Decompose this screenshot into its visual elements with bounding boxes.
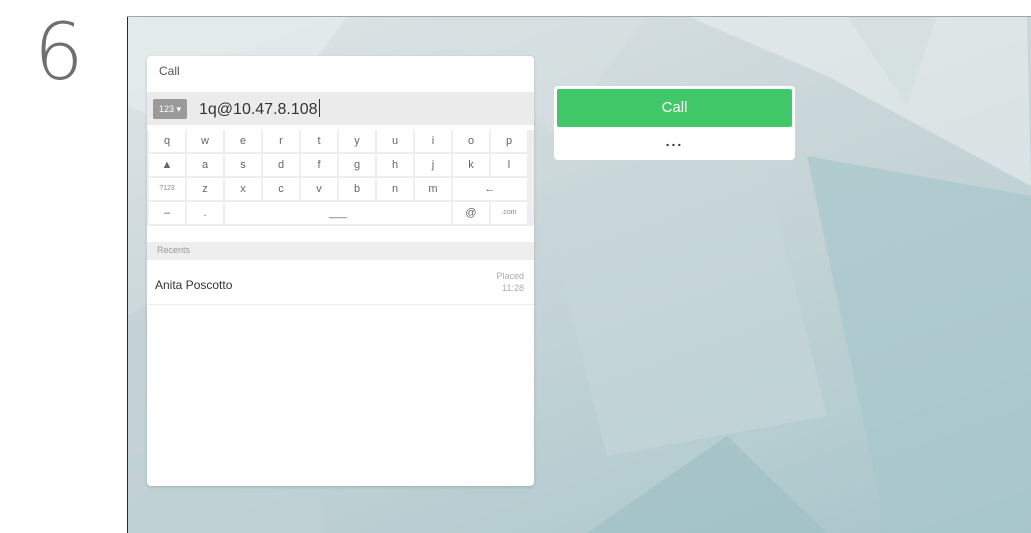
key-a[interactable]: a xyxy=(187,154,223,176)
recent-item[interactable]: Anita Poscotto Placed 11:28 xyxy=(147,262,534,305)
key-x[interactable]: x xyxy=(225,178,261,200)
recent-contact-name: Anita Poscotto xyxy=(155,278,233,292)
key-z[interactable]: z xyxy=(187,178,223,200)
call-button[interactable]: Call xyxy=(557,89,792,127)
screen-top-edge xyxy=(127,16,1031,17)
dial-panel: Call 123 ▾ 1q@10.47.8.108 q w e r t y u … xyxy=(147,56,534,486)
keyboard-row-2: ▲ a s d f g h j k l xyxy=(147,154,534,176)
key-e[interactable]: e xyxy=(225,130,261,152)
more-options-button[interactable]: ... xyxy=(557,130,792,156)
panel-pointer xyxy=(514,60,523,78)
recent-call-status: Placed xyxy=(496,271,524,281)
key-q[interactable]: q xyxy=(149,130,185,152)
key-p[interactable]: p xyxy=(491,130,527,152)
key-j[interactable]: j xyxy=(415,154,451,176)
recents-header: Recents xyxy=(147,242,534,260)
key-y[interactable]: y xyxy=(339,130,375,152)
step-number: 6 xyxy=(34,8,84,98)
key-w[interactable]: w xyxy=(187,130,223,152)
dial-input[interactable]: 1q@10.47.8.108 xyxy=(199,99,320,119)
key-h[interactable]: h xyxy=(377,154,413,176)
panel-title: Call xyxy=(159,64,180,78)
dial-input-value: 1q@10.47.8.108 xyxy=(199,101,318,118)
keyboard-row-3: ?123 z x c v b n m ← xyxy=(147,178,534,200)
shift-key[interactable]: ▲ xyxy=(149,154,185,176)
call-action-panel: Call ... xyxy=(554,86,795,160)
keypad-mode-switch[interactable]: 123 ▾ xyxy=(153,99,187,119)
dash-key[interactable]: – xyxy=(149,202,185,224)
dial-input-row[interactable]: 123 ▾ 1q@10.47.8.108 xyxy=(147,92,534,125)
device-screen: Call 123 ▾ 1q@10.47.8.108 q w e r t y u … xyxy=(127,16,1031,533)
key-r[interactable]: r xyxy=(263,130,299,152)
backspace-key[interactable]: ← xyxy=(453,178,527,200)
dotcom-key[interactable]: .com xyxy=(491,202,527,224)
recents-label: Recents xyxy=(157,245,191,255)
space-key[interactable]: ___ xyxy=(225,202,451,224)
keyboard-row-1: q w e r t y u i o p xyxy=(147,130,534,152)
key-d[interactable]: d xyxy=(263,154,299,176)
key-g[interactable]: g xyxy=(339,154,375,176)
key-n[interactable]: n xyxy=(377,178,413,200)
key-l[interactable]: l xyxy=(491,154,527,176)
on-screen-keyboard: q w e r t y u i o p ▲ a s d f g h j k l … xyxy=(147,130,534,226)
screen-left-edge xyxy=(127,16,128,533)
key-t[interactable]: t xyxy=(301,130,337,152)
key-k[interactable]: k xyxy=(453,154,489,176)
key-u[interactable]: u xyxy=(377,130,413,152)
key-i[interactable]: i xyxy=(415,130,451,152)
text-caret xyxy=(318,99,320,117)
key-o[interactable]: o xyxy=(453,130,489,152)
key-f[interactable]: f xyxy=(301,154,337,176)
keyboard-row-4: – . ___ @ .com xyxy=(147,202,534,224)
recent-call-time: 11:28 xyxy=(502,283,524,293)
at-key[interactable]: @ xyxy=(453,202,489,224)
period-key[interactable]: . xyxy=(187,202,223,224)
symbols-key[interactable]: ?123 xyxy=(149,178,185,200)
key-c[interactable]: c xyxy=(263,178,299,200)
key-s[interactable]: s xyxy=(225,154,261,176)
key-b[interactable]: b xyxy=(339,178,375,200)
key-v[interactable]: v xyxy=(301,178,337,200)
key-m[interactable]: m xyxy=(415,178,451,200)
